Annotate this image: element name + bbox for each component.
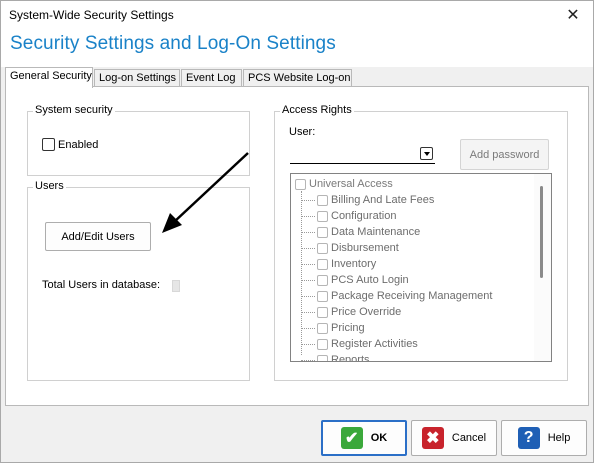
enabled-label: Enabled bbox=[58, 138, 99, 151]
tab-pcs-website-log-on[interactable]: PCS Website Log-on bbox=[243, 69, 352, 87]
tree-item-label: Package Receiving Management bbox=[331, 290, 493, 302]
tree-branch-line bbox=[301, 359, 315, 361]
security-settings-dialog: System-Wide Security Settings ✕ Security… bbox=[0, 0, 594, 463]
checkmark-icon: ✔ bbox=[340, 427, 363, 449]
tree-branch-line bbox=[301, 327, 315, 329]
cancel-label: Cancel bbox=[451, 432, 487, 444]
total-users-value bbox=[172, 280, 180, 292]
tree-item[interactable]: Disbursement bbox=[301, 242, 399, 254]
tree-item[interactable]: Reports bbox=[301, 354, 370, 362]
question-icon: ? bbox=[517, 427, 540, 449]
ok-button[interactable]: ✔ OK bbox=[321, 420, 407, 456]
tree-branch-line bbox=[301, 231, 315, 233]
tree-item-label: Data Maintenance bbox=[331, 226, 421, 238]
tree-item-label: Configuration bbox=[331, 210, 397, 222]
tree-item-label: PCS Auto Login bbox=[331, 274, 409, 286]
tree-item-checkbox[interactable] bbox=[317, 242, 328, 254]
tab-general-security[interactable]: General Security bbox=[5, 67, 93, 88]
dialog-footer: ✔ OK ✖ Cancel ? Help bbox=[1, 406, 593, 462]
tree-item-label: Disbursement bbox=[331, 242, 399, 254]
tree-item-checkbox[interactable] bbox=[317, 306, 328, 318]
tree-item[interactable]: Billing And Late Fees bbox=[301, 194, 434, 206]
tree-root-label: Universal Access bbox=[309, 178, 393, 190]
tree-root-checkbox[interactable] bbox=[295, 178, 306, 190]
tree-branch-line bbox=[301, 311, 315, 313]
title-bar: System-Wide Security Settings ✕ bbox=[1, 1, 593, 29]
tree-item[interactable]: Price Override bbox=[301, 306, 401, 318]
tree-item-checkbox[interactable] bbox=[317, 274, 328, 286]
user-dropdown[interactable] bbox=[290, 146, 435, 164]
tree-item-checkbox[interactable] bbox=[317, 338, 328, 350]
tree-root-node[interactable]: Universal Access bbox=[295, 178, 393, 190]
user-label: User: bbox=[289, 126, 316, 138]
tree-branch-line bbox=[301, 279, 315, 281]
tree-item-checkbox[interactable] bbox=[317, 210, 328, 222]
access-rights-group: Access Rights User: Add password Univers… bbox=[274, 104, 568, 381]
help-button[interactable]: ? Help bbox=[501, 420, 587, 456]
tree-item[interactable]: Pricing bbox=[301, 322, 365, 334]
tree-item-checkbox[interactable] bbox=[317, 226, 328, 238]
tree-item-checkbox[interactable] bbox=[317, 322, 328, 334]
tree-item-label: Price Override bbox=[331, 306, 402, 318]
window-title: System-Wide Security Settings bbox=[9, 8, 174, 22]
access-rights-tree[interactable]: Universal Access Billing And Late Fees C… bbox=[290, 173, 552, 362]
chevron-down-icon[interactable] bbox=[420, 147, 433, 160]
tree-branch-line bbox=[301, 343, 315, 345]
page-heading: Security Settings and Log-On Settings bbox=[10, 33, 336, 54]
arrow-annotation-icon bbox=[162, 152, 249, 233]
access-rights-legend: Access Rights bbox=[280, 104, 354, 116]
tree-branch-line bbox=[301, 295, 315, 297]
total-users-label: Total Users in database: bbox=[42, 279, 161, 291]
tree-item-label: Billing And Late Fees bbox=[331, 194, 435, 206]
users-legend: Users bbox=[33, 180, 66, 192]
add-edit-users-button[interactable]: Add/Edit Users bbox=[45, 222, 151, 251]
system-security-legend: System security bbox=[33, 104, 115, 116]
tree-branch-line bbox=[301, 199, 315, 201]
tree-item[interactable]: PCS Auto Login bbox=[301, 274, 409, 286]
tree-branch-line bbox=[301, 263, 315, 265]
tree-item-label: Inventory bbox=[331, 258, 377, 270]
enabled-checkbox[interactable] bbox=[42, 138, 55, 151]
tree-item[interactable]: Register Activities bbox=[301, 338, 418, 350]
tree-item-checkbox[interactable] bbox=[317, 258, 328, 270]
tree-item-label: Register Activities bbox=[331, 338, 418, 350]
tree-scrollbar[interactable] bbox=[534, 174, 551, 361]
ok-label: OK bbox=[370, 432, 388, 444]
tree-branch-line bbox=[301, 247, 315, 249]
tab-event-log[interactable]: Event Log bbox=[181, 69, 242, 87]
cancel-button[interactable]: ✖ Cancel bbox=[411, 420, 497, 456]
close-button[interactable]: ✕ bbox=[553, 1, 593, 29]
tree-item-checkbox[interactable] bbox=[317, 290, 328, 302]
tree-branch-line bbox=[301, 215, 315, 217]
tree-item-label: Reports bbox=[331, 354, 370, 362]
tree-item[interactable]: Data Maintenance bbox=[301, 226, 420, 238]
x-icon: ✖ bbox=[421, 427, 444, 449]
tree-item[interactable]: Package Receiving Management bbox=[301, 290, 492, 302]
tree-scrollbar-thumb[interactable] bbox=[540, 186, 543, 278]
tree-item[interactable]: Inventory bbox=[301, 258, 376, 270]
enabled-checkbox-row[interactable]: Enabled bbox=[42, 138, 98, 151]
tree-item-checkbox[interactable] bbox=[317, 194, 328, 206]
tree-item[interactable]: Configuration bbox=[301, 210, 396, 222]
tree-item-label: Pricing bbox=[331, 322, 365, 334]
help-label: Help bbox=[547, 432, 571, 444]
header-area: Security Settings and Log-On Settings bbox=[1, 29, 593, 67]
add-password-button[interactable]: Add password bbox=[460, 139, 549, 170]
tab-log-on-settings[interactable]: Log-on Settings bbox=[94, 69, 180, 87]
general-security-panel: System security Enabled Users Add/Edit U… bbox=[5, 86, 589, 406]
tree-item-checkbox[interactable] bbox=[317, 354, 328, 361]
